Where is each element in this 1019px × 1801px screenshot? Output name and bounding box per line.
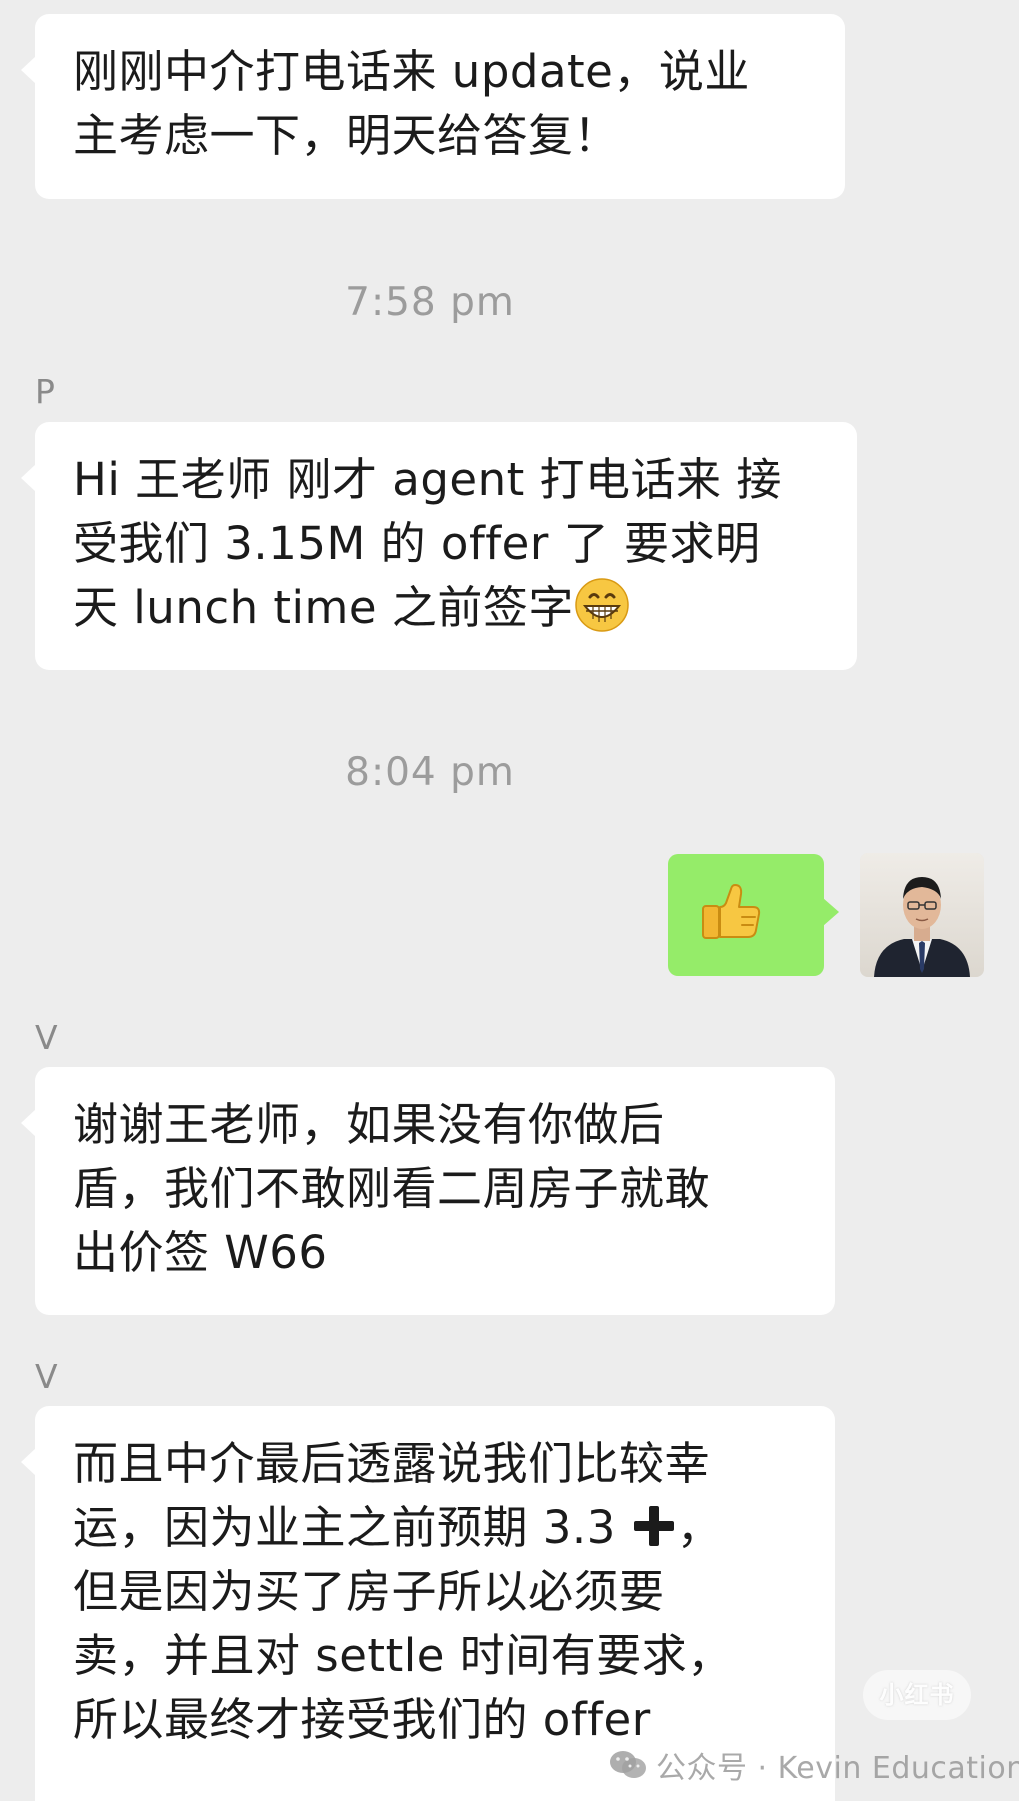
grinning-face-emoji-icon xyxy=(575,578,629,632)
avatar-portrait-icon xyxy=(860,853,984,977)
message-text-line: 盾，我们不敢刚看二周房子就敢 xyxy=(73,1162,711,1215)
message-text-line: 受我们 3.15M 的 offer 了 要求明 xyxy=(73,517,761,570)
message-text: 运，因为业主之前预期 3.3 xyxy=(73,1501,616,1554)
footer-watermark: 公众号 · Kevin Education 672542016 xyxy=(608,1740,1019,1790)
message-text-line: 刚刚中介打电话来 update，说业 xyxy=(73,45,750,98)
message-text-line: 而且中介最后透露说我们比较幸 xyxy=(73,1437,711,1490)
user-avatar[interactable] xyxy=(860,853,984,977)
message-text: 天 lunch time 之前签字 xyxy=(73,581,574,634)
wechat-icon xyxy=(610,1751,646,1778)
xiaohongshu-watermark-badge: 小红书 xyxy=(863,1670,971,1720)
sender-name: V xyxy=(35,1357,58,1396)
sender-name: P xyxy=(35,372,55,411)
message-text-line: 主考虑一下，明天给答复！ xyxy=(73,109,620,162)
message-text-line: Hi 王老师 刚才 agent 打电话来 接 xyxy=(73,453,782,506)
message-text-line: 运，因为业主之前预期 3.3 ， xyxy=(73,1496,799,1560)
message-bubble-2[interactable]: Hi 王老师 刚才 agent 打电话来 接 受我们 3.15M 的 offer… xyxy=(21,422,857,670)
message-text-line: 卖，并且对 settle 时间有要求， xyxy=(73,1629,733,1682)
message-bubble-4[interactable]: 谢谢王老师，如果没有你做后 盾，我们不敢刚看二周房子就敢 出价签 W66 xyxy=(21,1067,835,1315)
message-text-line: 谢谢王老师，如果没有你做后 xyxy=(73,1098,665,1151)
heavy-plus-icon xyxy=(633,1506,674,1546)
sender-name: V xyxy=(35,1018,58,1057)
timestamp: 8:04 pm xyxy=(345,750,515,795)
message-text-line: 但是因为买了房子所以必须要 xyxy=(73,1565,665,1618)
message-text: ， xyxy=(676,1501,723,1554)
timestamp: 7:58 pm xyxy=(345,280,515,325)
message-bubble-outgoing[interactable] xyxy=(668,854,839,976)
message-text-line: 天 lunch time 之前签字 xyxy=(73,576,821,640)
footer-watermark-label: 公众号 · Kevin Education xyxy=(656,1751,1019,1786)
thumbs-up-icon xyxy=(702,884,761,939)
message-text-line: 出价签 W66 xyxy=(73,1226,328,1279)
message-bubble-1[interactable]: 刚刚中介打电话来 update，说业 主考虑一下，明天给答复！ xyxy=(21,14,845,199)
